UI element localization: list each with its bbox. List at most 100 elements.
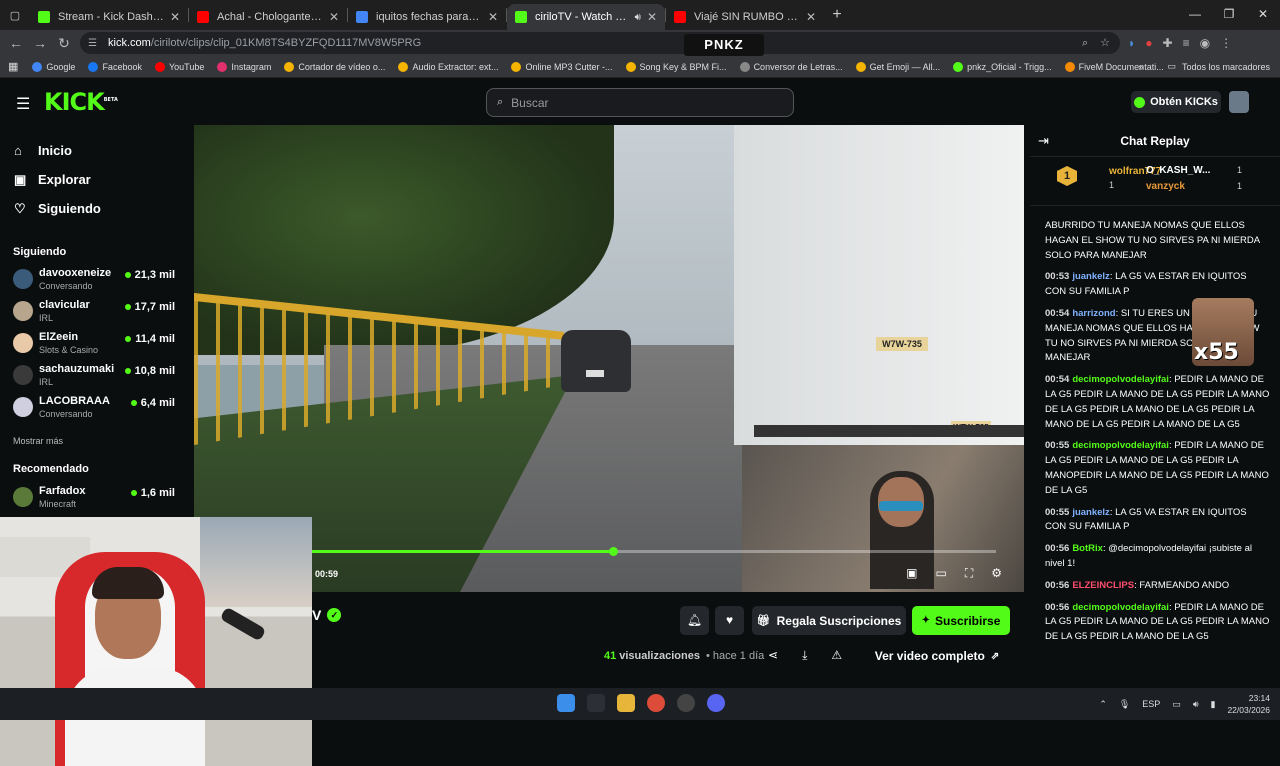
browser-tab[interactable]: Viajé SIN RUMBO FIJO al Coraz✕ [666, 4, 824, 30]
network-icon[interactable]: ▭ [1172, 699, 1181, 710]
start-icon[interactable] [557, 694, 575, 712]
chat-username[interactable]: juankelz [1072, 507, 1110, 518]
chat-username[interactable]: decimopolvodelayifai [1072, 440, 1169, 451]
share-icon[interactable]: ⋖ [768, 648, 778, 663]
kick-page: ☰ KICKBETA ⌕ Buscar Obtén KICKs ⌂ Inicio ▣… [0, 78, 1280, 766]
get-kicks-button[interactable]: Obtén KICKs [1131, 91, 1221, 113]
bookmark-item[interactable]: Cortador de vídeo o... [284, 61, 385, 72]
favicon-icon [197, 11, 209, 23]
restore-icon[interactable]: ❐ [1212, 0, 1246, 30]
close-tab-icon[interactable]: ✕ [647, 10, 657, 24]
chat-username[interactable]: BotRix [1072, 543, 1103, 554]
media-icon[interactable]: ≡ [1183, 36, 1190, 50]
following-heading: Siguiendo [13, 246, 67, 258]
bookmark-item[interactable]: Audio Extractor: ext... [398, 61, 498, 72]
chat-username[interactable]: harrizond [1072, 308, 1115, 319]
search-icon[interactable] [587, 694, 605, 712]
clock[interactable]: 23:14 22/03/2026 [1227, 692, 1270, 716]
app-icon[interactable] [677, 694, 695, 712]
reload-icon[interactable]: ↻ [52, 35, 76, 52]
bookmark-item[interactable]: Get Emoji — All... [855, 61, 940, 72]
bookmark-item[interactable]: Facebook [88, 61, 142, 72]
close-window-icon[interactable]: ✕ [1246, 0, 1280, 30]
bookmark-star-icon[interactable]: ☆ [1100, 32, 1110, 54]
progress-bar[interactable] [312, 547, 996, 556]
extension-icon[interactable]: ◗ [1128, 36, 1135, 50]
followed-channel[interactable]: ElZeein Slots & Casino 11,4 mil [13, 331, 183, 363]
close-tab-icon[interactable]: ✕ [806, 10, 816, 24]
search-input[interactable]: ⌕ Buscar [486, 88, 794, 117]
microphone-icon[interactable]: 🎙︎ [1119, 699, 1130, 710]
zoom-icon[interactable]: ⌕ [1082, 32, 1088, 54]
download-icon[interactable]: ⤓ [802, 648, 807, 663]
gift-subs-button[interactable]: 🎁︎ Regala Suscripciones [752, 606, 906, 635]
browser-tab[interactable]: ciriloTV - Watch clips on Kic🔊︎✕ [507, 4, 665, 30]
more-bookmarks-icon[interactable]: » [1138, 62, 1143, 72]
browser-tab[interactable]: iquitos fechas para viajar - Busc✕ [348, 4, 506, 30]
battery-icon[interactable]: ▮ [1211, 699, 1216, 710]
speaker-icon[interactable]: 🔊︎ [635, 12, 641, 23]
bookmark-item[interactable]: pnkz_Oficial - Trigg... [953, 61, 1052, 72]
followed-channel[interactable]: sachauzumaki IRL 10,8 mil [13, 363, 183, 395]
pip-icon[interactable]: ▣ [906, 566, 917, 581]
file-explorer-icon[interactable] [617, 694, 635, 712]
tray-chevron-icon[interactable]: ⌃ [1099, 699, 1107, 710]
search-icon: ⌕ [497, 96, 504, 108]
subscribe-button[interactable]: ✦ Suscribirse [912, 606, 1010, 635]
followed-channel[interactable]: clavicular IRL 17,7 mil [13, 299, 183, 331]
sidebar-item-inicio[interactable]: ⌂ Inicio [14, 136, 101, 165]
url-field[interactable]: ☰ kick.com /cirilotv/clips/clip_01KM8TS4… [80, 32, 1120, 56]
bookmark-item[interactable]: Conversor de Letras... [739, 61, 843, 72]
puzzle-icon[interactable]: ✚ [1163, 36, 1173, 50]
sidebar-item-explorar[interactable]: ▣ Explorar [14, 165, 101, 194]
hamburger-menu-icon[interactable]: ☰ [16, 94, 30, 114]
chat-username[interactable]: ELZEINCLIPS [1072, 580, 1134, 591]
settings-icon[interactable]: ⚙ [991, 566, 1002, 581]
fullscreen-icon[interactable]: ⛶ [965, 566, 973, 581]
close-tab-icon[interactable]: ✕ [488, 10, 498, 24]
avatar[interactable] [1229, 91, 1249, 113]
bookmark-item[interactable]: Instagram [217, 61, 271, 72]
sidebar-item-siguiendo[interactable]: ♡ Siguiendo [14, 194, 101, 223]
site-info-icon[interactable]: ☰ [88, 38, 100, 49]
bookmark-item[interactable]: Song Key & BPM Fi... [625, 61, 727, 72]
bookmark-item[interactable]: Google [32, 61, 75, 72]
forward-icon[interactable]: → [28, 35, 52, 51]
leaderboard-user[interactable]: O_KASH_W... [1146, 165, 1210, 176]
follow-heart-button[interactable]: ♥ [715, 606, 744, 635]
report-icon[interactable]: ⚠ [831, 648, 842, 663]
all-bookmarks-link[interactable]: Todos los marcadores [1182, 62, 1270, 72]
back-icon[interactable]: ← [4, 35, 28, 51]
notifications-bell-button[interactable]: 🔔︎ [680, 606, 709, 635]
chat-username[interactable]: juankelz [1072, 271, 1110, 282]
browser-tab[interactable]: Stream - Kick Dashboard✕ [30, 4, 188, 30]
profile-icon[interactable]: ◉ [1200, 36, 1210, 50]
new-tab-button[interactable]: + [824, 6, 850, 24]
extension-icon[interactable]: ● [1145, 36, 1152, 50]
menu-dots-icon[interactable]: ⋮ [1220, 36, 1232, 50]
theater-icon[interactable]: ▭ [935, 566, 946, 581]
bookmark-item[interactable]: YouTube [154, 61, 204, 72]
close-tab-icon[interactable]: ✕ [170, 10, 180, 24]
chat-username[interactable]: decimopolvodelayifai [1072, 374, 1169, 385]
chat-username[interactable]: decimopolvodelayifai [1072, 602, 1169, 613]
show-more-link[interactable]: Mostrar más [13, 436, 63, 446]
minimize-icon[interactable]: — [1178, 0, 1212, 30]
kick-logo[interactable]: KICKBETA [44, 88, 118, 116]
video-player[interactable]: W7W-735 W7W-735 00:59 ▣ ▭ ⛶ ⚙ [194, 125, 1024, 592]
watch-full-video-button[interactable]: Ver video completo ⇗ [866, 642, 1008, 670]
followed-channel[interactable]: Farfadox Minecraft 1,6 mil [13, 485, 183, 517]
language-indicator[interactable]: ESP [1142, 699, 1160, 709]
tab-search-icon[interactable]: ▢ [0, 9, 30, 22]
chrome-icon[interactable] [647, 694, 665, 712]
followed-channel[interactable]: LACOBRAAA Conversando 6,4 mil [13, 395, 183, 427]
browser-tab[interactable]: Achal - Chologante KARAOKE (✕ [189, 4, 347, 30]
volume-icon[interactable]: 🔊︎ [1193, 699, 1199, 710]
followed-channel[interactable]: davooxeneize Conversando 21,3 mil [13, 267, 183, 299]
bookmark-item[interactable]: Online MP3 Cutter -... [511, 61, 613, 72]
close-tab-icon[interactable]: ✕ [329, 10, 339, 24]
leaderboard-user[interactable]: vanzyck [1146, 181, 1185, 192]
progress-handle[interactable] [608, 547, 618, 556]
apps-icon[interactable]: ▦ [8, 60, 18, 73]
discord-icon[interactable] [707, 694, 725, 712]
